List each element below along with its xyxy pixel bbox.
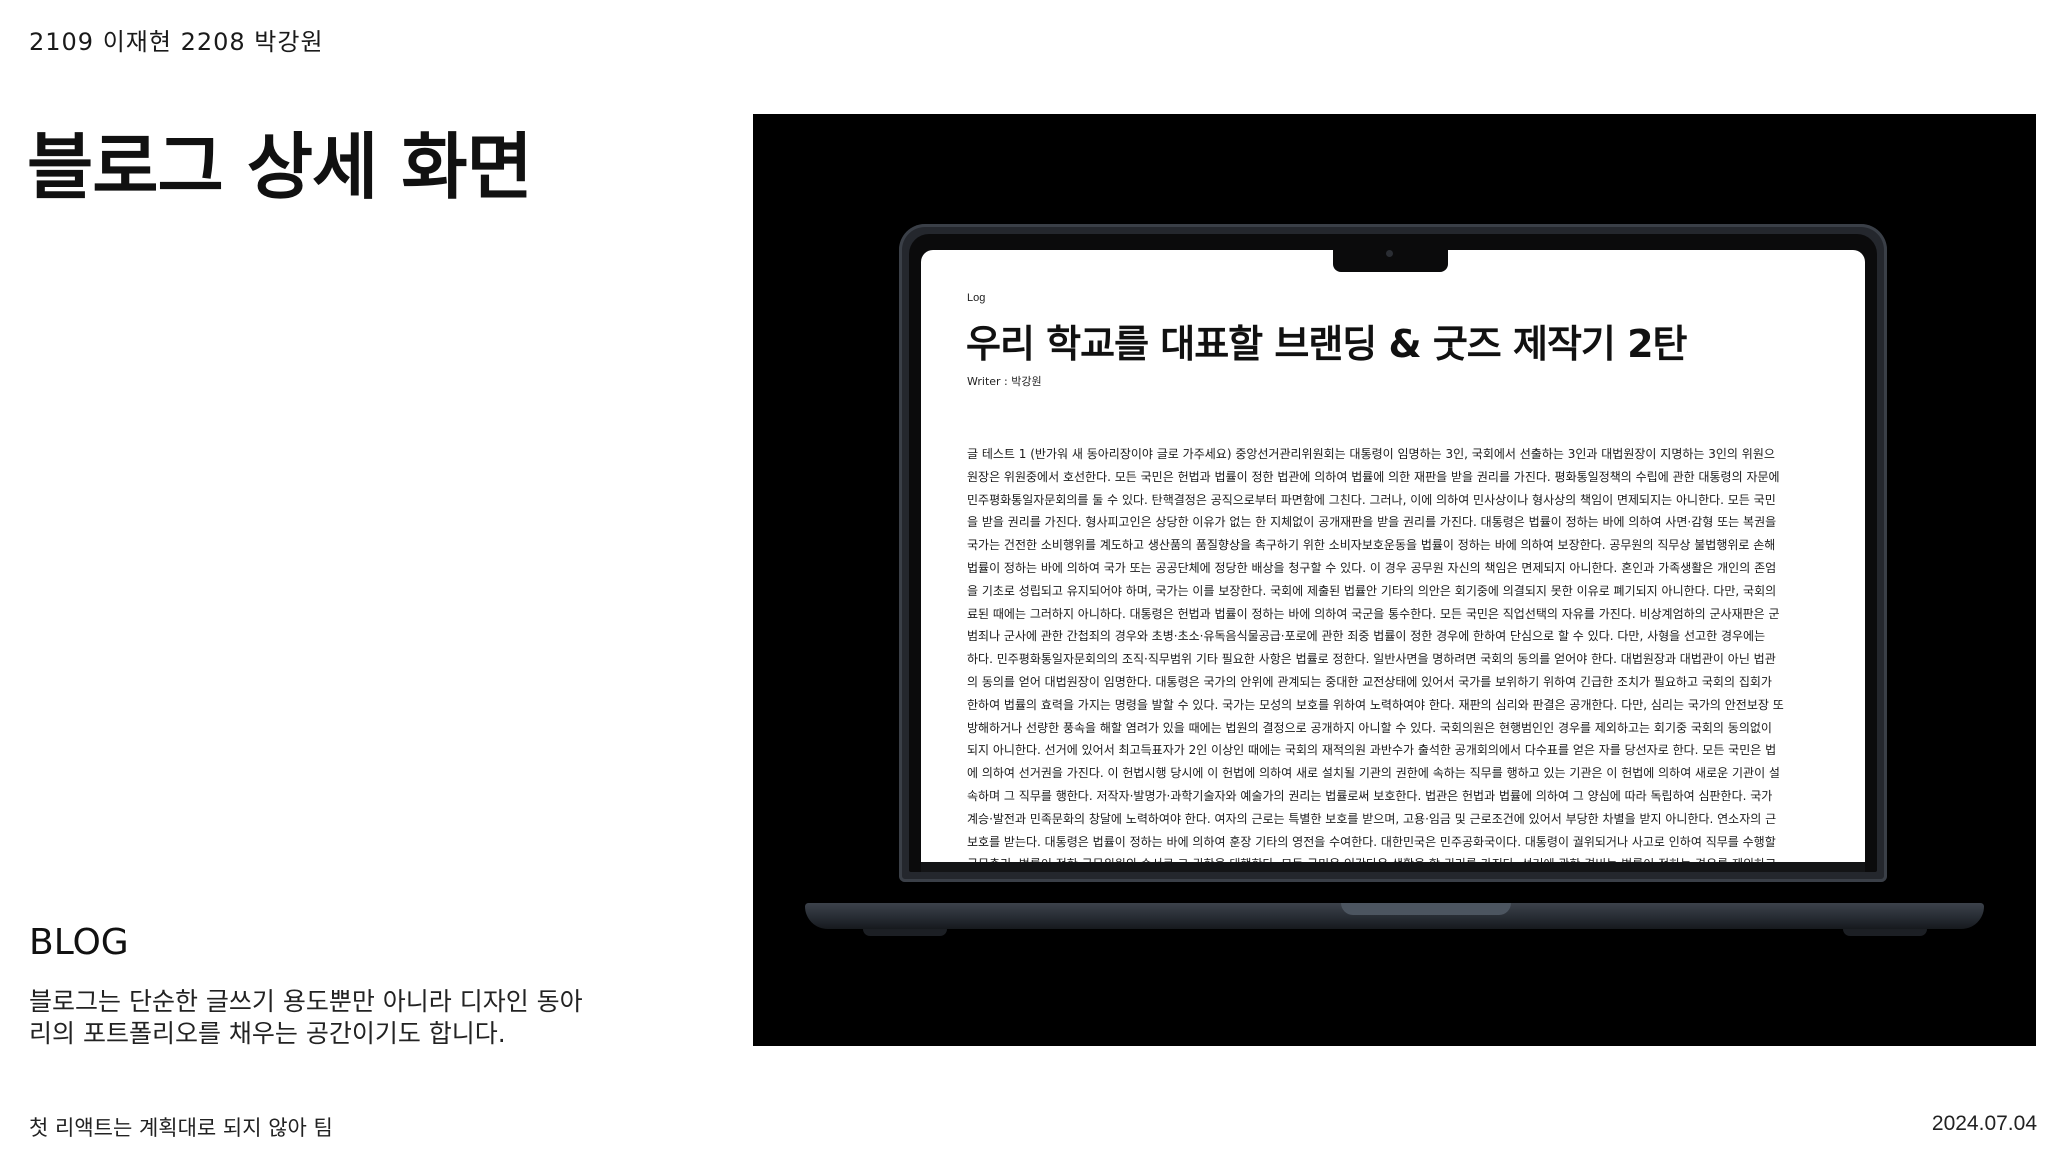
blog-body-line: 보호를 받는다. 대통령은 법률이 정하는 바에 의하여 훈장 기타의 영전을 … — [967, 834, 1776, 849]
laptop-foot-left — [863, 929, 947, 936]
screen-notch — [1333, 250, 1448, 272]
laptop-foot-right — [1843, 929, 1927, 936]
blog-body-line: 국무총리, 법률이 정한 국무위원의 순서로 그 권한을 대행한다. 모든 국민… — [967, 853, 1865, 862]
blog-body-line: 글 테스트 1 (반가워 새 동아리장이야 글로 가주세요) 중앙선거관리위원회… — [967, 447, 1775, 461]
blog-body-line: 민주평화통일자문회의를 둘 수 있다. 탄핵결정은 공직으로부터 파면함에 그친… — [967, 492, 1776, 507]
laptop-chin — [921, 862, 1865, 872]
blog-body-line: 원장은 위원중에서 호선한다. 모든 국민은 헌법과 법률이 정한 법관에 의하… — [967, 469, 1780, 484]
blog-body-line: 의 동의를 얻어 대법원장이 임명한다. 대통령은 국가의 안위에 관계되는 중… — [967, 674, 1772, 689]
blog-body-line: 속하며 그 직무를 행한다. 저작자·발명가·과학기술자와 예술가의 권리는 법… — [967, 788, 1773, 803]
page-title: 블로그 상세 화면 — [27, 125, 533, 209]
laptop-screen: Log 우리 학교를 대표할 브랜딩 & 굿즈 제작기 2탄 Writer : … — [921, 250, 1865, 862]
section-description: 블로그는 단순한 글쓰기 용도뿐만 아니라 디자인 동아리의 포트폴리오를 채우… — [29, 987, 583, 1048]
camera-icon — [1386, 250, 1393, 257]
blog-body-line: 방해하거나 선량한 풍속을 해할 염려가 있을 때에는 법원의 결정으로 공개하… — [967, 720, 1772, 735]
presentation-date: 2024.07.04 — [1931, 1112, 2037, 1135]
blog-body-line: 에 의하여 선거권을 가진다. 이 헌법시행 당시에 이 헌법에 의하여 새로 … — [967, 766, 1780, 781]
slide: 2109 이재현 2208 박강원 블로그 상세 화면 BLOG 블로그는 단순… — [0, 0, 2054, 1158]
section-heading: BLOG — [29, 922, 129, 963]
blog-body-line: 하다. 민주평화통일자문회의의 조직·직무범위 기타 필요한 사항은 법률로 정… — [967, 652, 1776, 667]
blog-body-line: 국가는 건전한 소비행위를 계도하고 생산품의 품질향상을 촉구하기 위한 소비… — [967, 538, 1776, 553]
laptop-mockup-panel: Log 우리 학교를 대표할 브랜딩 & 굿즈 제작기 2탄 Writer : … — [753, 114, 2036, 1046]
blog-body-line: 한하여 법률의 효력을 가지는 명령을 발할 수 있다. 국가는 모성의 보호를… — [967, 697, 1784, 712]
blog-writer: Writer : 박강원 — [967, 375, 1042, 388]
blog-post-body: 글 테스트 1 (반가워 새 동아리장이야 글로 가주세요) 중앙선거관리위원회… — [967, 443, 1865, 862]
blog-body-line: 범죄나 군사에 관한 간첩죄의 경우와 초병·초소·유독음식물공급·포로에 관한… — [967, 629, 1766, 644]
blog-body-line: 료된 때에는 그러하지 아니하다. 대통령은 헌법과 법률이 정하는 바에 의하… — [967, 606, 1780, 621]
laptop-lid: Log 우리 학교를 대표할 브랜딩 & 굿즈 제작기 2탄 Writer : … — [899, 224, 1887, 882]
blog-body-line: 을 기초로 성립되고 유지되어야 하며, 국가는 이를 보장한다. 국회에 제출… — [967, 583, 1777, 598]
laptop-base — [805, 903, 1984, 929]
blog-body-line: 을 받을 권리를 가진다. 형사피고인은 상당한 이유가 없는 한 지체없이 공… — [967, 515, 1777, 530]
blog-category-label: Log — [967, 292, 986, 304]
team-name: 첫 리액트는 계획대로 되지 않아 팀 — [29, 1116, 333, 1140]
authors-label: 2109 이재현 2208 박강원 — [29, 28, 324, 56]
blog-body-line: 되지 아니한다. 선거에 있어서 최고득표자가 2인 이상인 때에는 국회의 재… — [967, 743, 1777, 758]
blog-body-line: 법률이 정하는 바에 의하여 국가 또는 공공단체에 정당한 배상을 청구할 수… — [967, 560, 1777, 575]
blog-body-line: 계승·발전과 민족문화의 창달에 노력하여야 한다. 여자의 근로는 특별한 보… — [967, 811, 1777, 826]
lid-opening-notch — [1341, 903, 1511, 915]
blog-post-title: 우리 학교를 대표할 브랜딩 & 굿즈 제작기 2탄 — [966, 322, 1688, 366]
